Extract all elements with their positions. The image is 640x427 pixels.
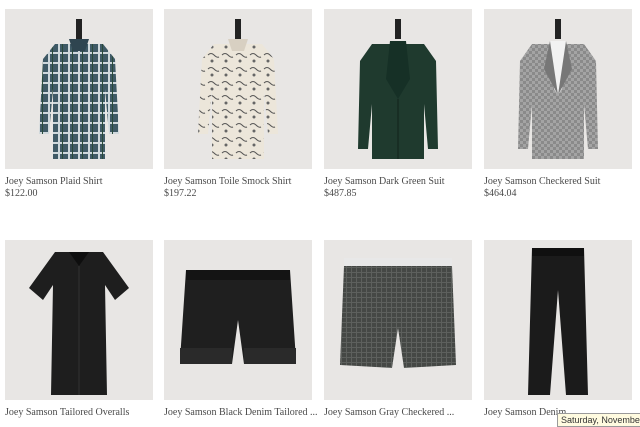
product-card[interactable]: Joey Samson Tailored Overalls bbox=[5, 240, 153, 419]
product-card[interactable]: Joey Samson Dark Green Suit $487.85 bbox=[324, 9, 472, 200]
product-photo[interactable] bbox=[324, 9, 472, 169]
product-name[interactable]: Joey Samson Toile Smock Shirt bbox=[164, 176, 312, 188]
gray-shorts-icon bbox=[340, 258, 456, 368]
product-photo[interactable] bbox=[164, 9, 312, 169]
product-card[interactable]: Joey Samson Plaid Shirt $122.00 bbox=[5, 9, 153, 200]
product-photo[interactable] bbox=[484, 9, 632, 169]
product-price: $487.85 bbox=[324, 188, 357, 199]
product-price: $464.04 bbox=[484, 188, 517, 199]
product-name[interactable]: Joey Samson Black Denim Tailored ... bbox=[164, 407, 318, 419]
product-photo[interactable] bbox=[5, 240, 153, 400]
product-card[interactable]: Joey Samson Black Denim Tailored ... bbox=[164, 240, 318, 419]
product-name[interactable]: Joey Samson Dark Green Suit bbox=[324, 176, 472, 188]
product-photo[interactable] bbox=[164, 240, 312, 400]
product-photo[interactable] bbox=[324, 240, 472, 400]
product-photo[interactable] bbox=[5, 9, 153, 169]
pants-icon bbox=[528, 248, 588, 395]
product-card[interactable]: Joey Samson Toile Smock Shirt $197.22 bbox=[164, 9, 312, 200]
product-price: $197.22 bbox=[164, 188, 197, 199]
product-price: $122.00 bbox=[5, 188, 38, 199]
toile-shirt-icon bbox=[198, 19, 278, 159]
green-suit-icon bbox=[358, 19, 438, 159]
product-photo[interactable] bbox=[484, 240, 632, 400]
product-name[interactable]: Joey Samson Gray Checkered ... bbox=[324, 407, 472, 419]
product-name[interactable]: Joey Samson Plaid Shirt bbox=[5, 176, 153, 188]
shorts-icon bbox=[180, 270, 296, 364]
product-card[interactable]: Joey Samson Gray Checkered ... bbox=[324, 240, 472, 419]
checkered-suit-icon bbox=[518, 19, 598, 159]
plaid-shirt-icon bbox=[39, 19, 119, 159]
product-name[interactable]: Joey Samson Checkered Suit bbox=[484, 176, 632, 188]
product-card[interactable]: Joey Samson Denim bbox=[484, 240, 632, 419]
product-card[interactable]: Joey Samson Checkered Suit $464.04 bbox=[484, 9, 632, 200]
overalls-icon bbox=[29, 252, 129, 395]
product-name[interactable]: Joey Samson Tailored Overalls bbox=[5, 407, 153, 419]
